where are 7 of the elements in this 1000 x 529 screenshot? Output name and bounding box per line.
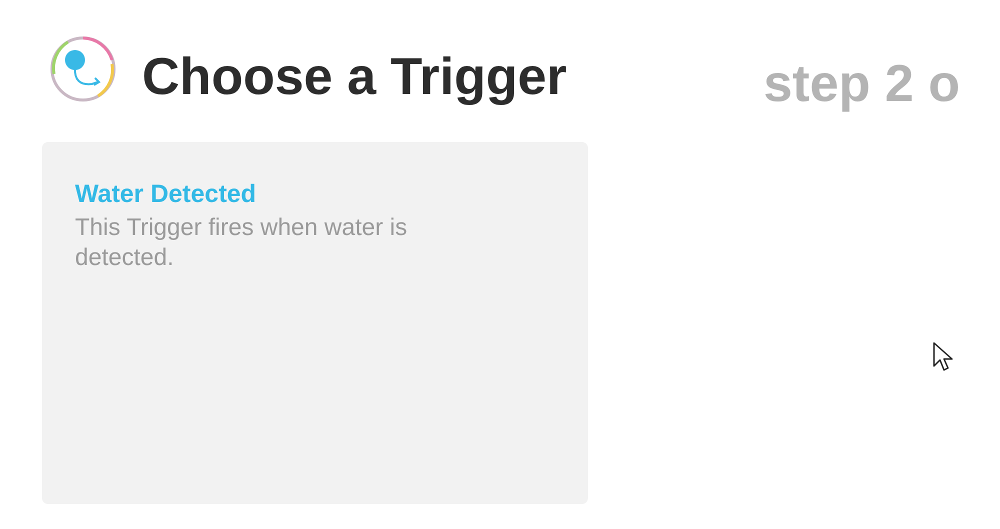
trigger-description: This Trigger fires when water is detected. — [75, 213, 408, 273]
water-sensor-icon — [48, 34, 118, 104]
trigger-card[interactable]: Water Detected This Trigger fires when water is detected. — [42, 142, 588, 504]
step-indicator: step 2 o — [764, 54, 960, 114]
trigger-name: Water Detected — [75, 180, 258, 209]
page-title: Choose a Trigger — [142, 47, 567, 107]
cursor-icon — [933, 342, 953, 372]
